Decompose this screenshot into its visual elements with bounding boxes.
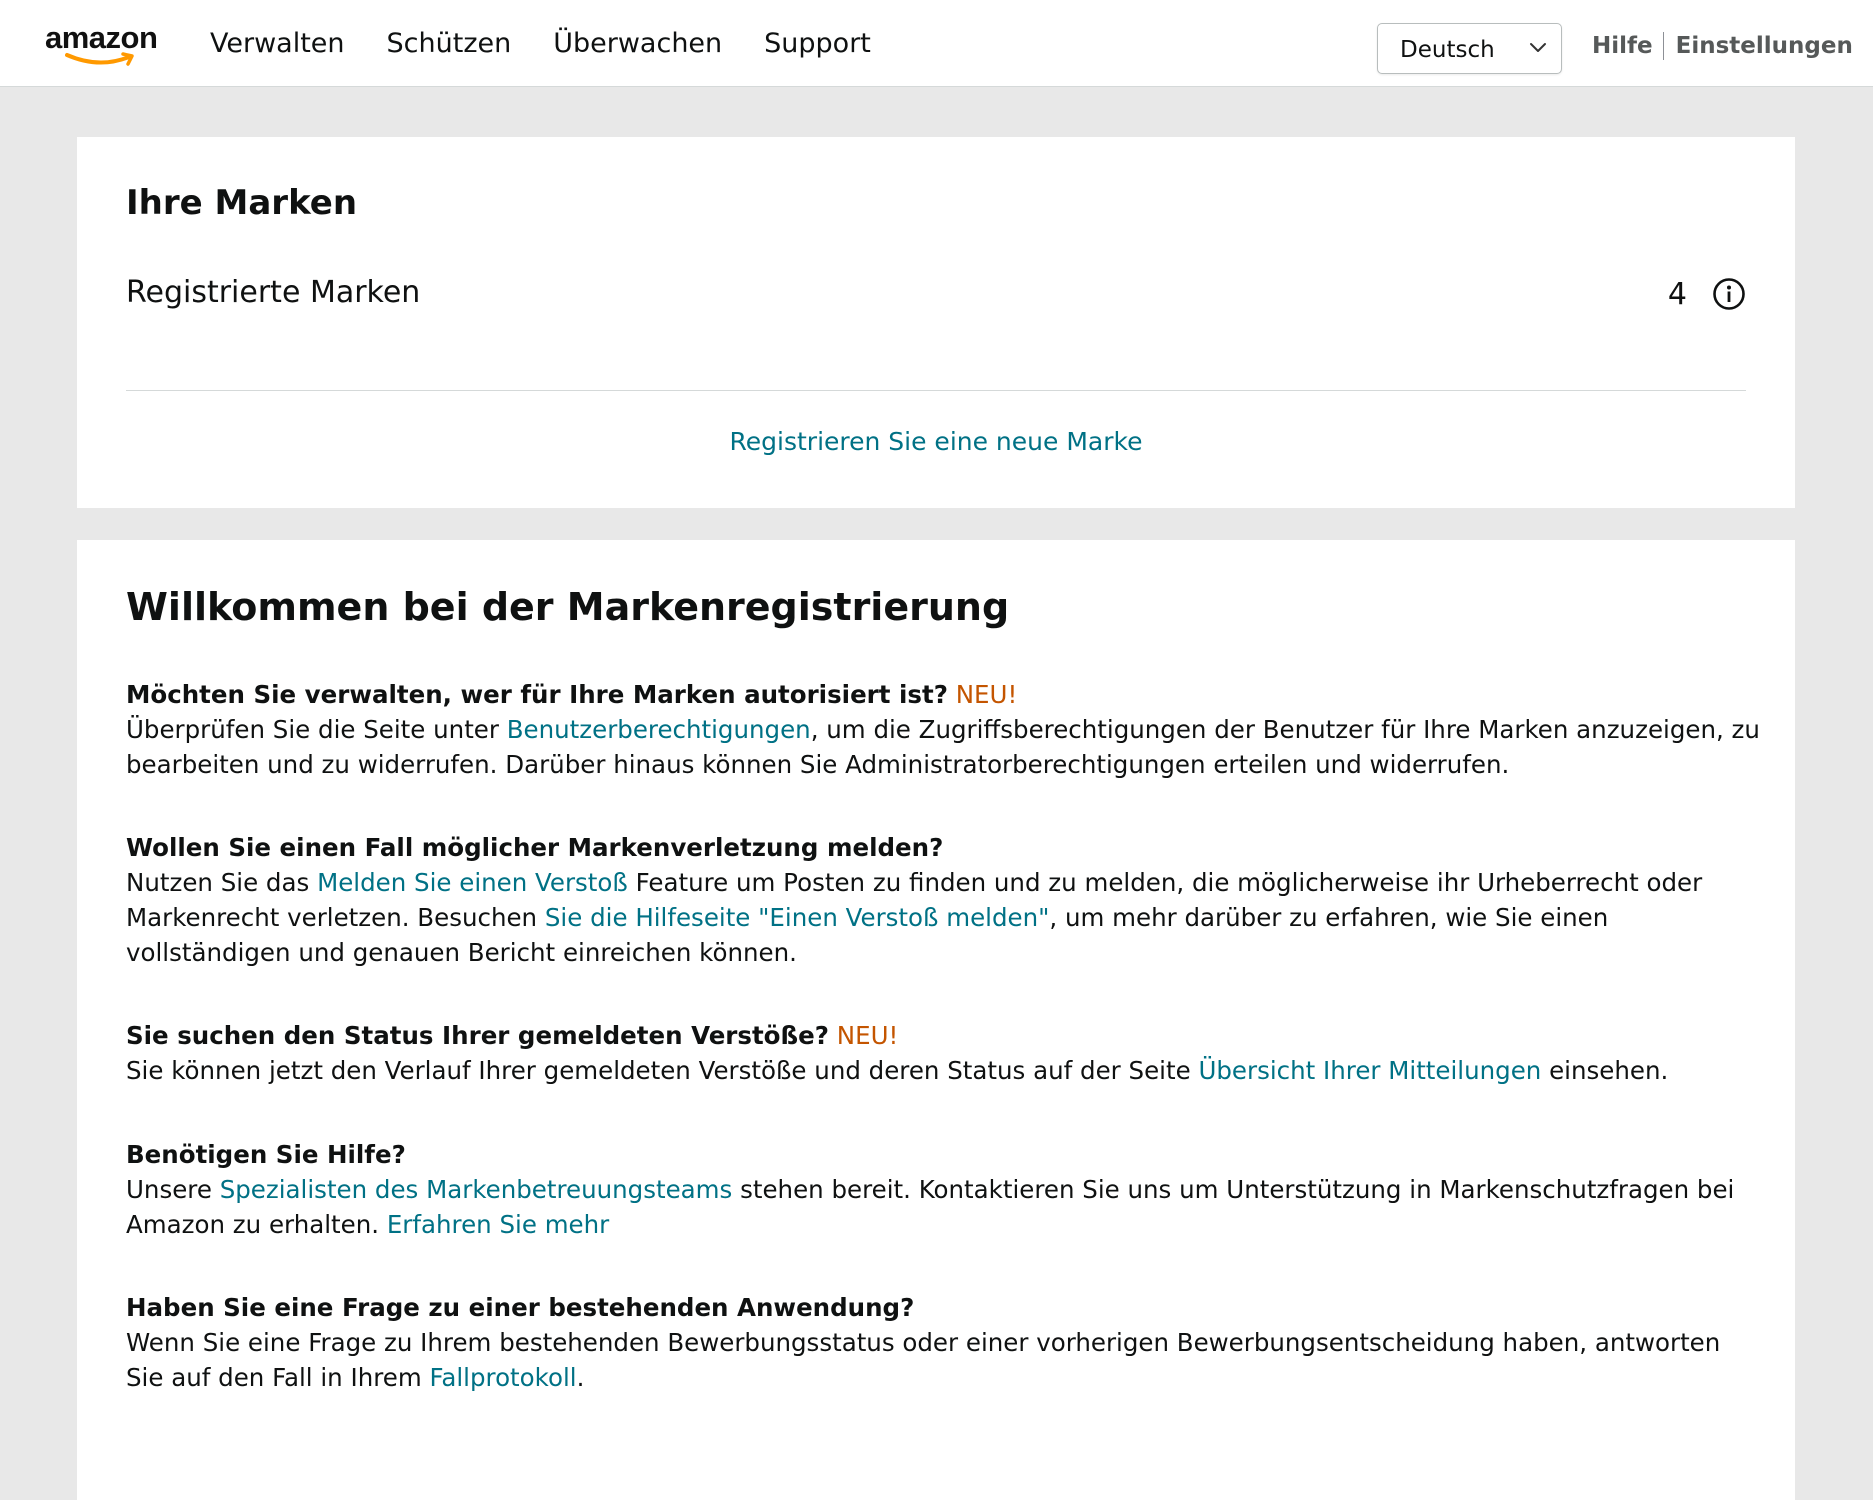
report-violation-help-link[interactable]: Sie die Hilfeseite "Einen Verstoß melden… xyxy=(545,903,1050,932)
settings-link[interactable]: Einstellungen xyxy=(1676,33,1853,59)
learn-more-link[interactable]: Erfahren Sie mehr xyxy=(387,1210,609,1239)
register-new-brand-link: Registrieren Sie eine neue Marke xyxy=(77,427,1795,456)
new-badge: NEU! xyxy=(955,680,1018,709)
section-question: Sie suchen den Status Ihrer gemeldeten V… xyxy=(126,1018,1761,1053)
your-brands-title: Ihre Marken xyxy=(126,183,358,223)
section-question-text: Möchten Sie verwalten, wer für Ihre Mark… xyxy=(126,680,948,709)
chevron-down-icon xyxy=(1530,43,1546,52)
section-question-text: Wollen Sie einen Fall möglicher Markenve… xyxy=(126,833,944,862)
body-text: einsehen. xyxy=(1541,1056,1669,1085)
body-text: Wenn Sie eine Frage zu Ihrem bestehenden… xyxy=(126,1328,1721,1392)
section-body: Unsere Spezialisten des Markenbetreuungs… xyxy=(126,1172,1761,1242)
report-violation-link[interactable]: Melden Sie einen Verstoß xyxy=(317,868,628,897)
register-new-brand-link-text[interactable]: Registrieren Sie eine neue Marke xyxy=(730,427,1143,456)
case-log-link[interactable]: Fallprotokoll xyxy=(430,1363,577,1392)
utility-links: Hilfe Einstellungen xyxy=(1592,32,1853,60)
submissions-overview-link[interactable]: Übersicht Ihrer Mitteilungen xyxy=(1198,1056,1541,1085)
card-divider xyxy=(126,390,1746,391)
body-text: Nutzen Sie das xyxy=(126,868,318,897)
info-icon[interactable] xyxy=(1712,277,1746,311)
section-body: Sie können jetzt den Verlauf Ihrer gemel… xyxy=(126,1053,1761,1088)
section-report-violation: Wollen Sie einen Fall möglicher Markenve… xyxy=(126,830,1761,970)
section-question: Wollen Sie einen Fall möglicher Markenve… xyxy=(126,830,1761,865)
logo-text: amazon xyxy=(45,20,158,55)
body-text: Überprüfen Sie die Seite unter xyxy=(126,715,507,744)
language-select-value: Deutsch xyxy=(1400,37,1495,63)
welcome-title: Willkommen bei der Markenregistrierung xyxy=(126,585,1010,629)
body-text: Sie können jetzt den Verlauf Ihrer gemel… xyxy=(126,1056,1199,1085)
registered-brands-count: 4 xyxy=(1667,277,1687,312)
section-user-permissions: Möchten Sie verwalten, wer für Ihre Mark… xyxy=(126,677,1761,782)
section-question-text: Benötigen Sie Hilfe? xyxy=(126,1140,406,1169)
user-permissions-link[interactable]: Benutzerberechtigungen xyxy=(507,715,811,744)
welcome-card: Willkommen bei der Markenregistrierung M… xyxy=(77,540,1795,1500)
utility-links-divider xyxy=(1662,32,1664,60)
nav-item-schuetzen[interactable]: Schützen xyxy=(387,28,512,59)
brand-support-team-link[interactable]: Spezialisten des Markenbetreuungsteams xyxy=(220,1175,733,1204)
section-violation-status: Sie suchen den Status Ihrer gemeldeten V… xyxy=(126,1018,1761,1088)
body-text: Unsere xyxy=(126,1175,220,1204)
nav-item-ueberwachen[interactable]: Überwachen xyxy=(553,28,722,59)
help-link[interactable]: Hilfe xyxy=(1592,33,1653,59)
section-body: Nutzen Sie das Melden Sie einen Verstoß … xyxy=(126,865,1761,970)
section-body: Überprüfen Sie die Seite unter Benutzerb… xyxy=(126,712,1761,782)
your-brands-card: Ihre Marken Registrierte Marken 4 Regist… xyxy=(77,137,1795,508)
registered-brands-label: Registrierte Marken xyxy=(126,275,421,310)
new-badge: NEU! xyxy=(836,1021,899,1050)
nav-item-support[interactable]: Support xyxy=(764,28,871,59)
section-body: Wenn Sie eine Frage zu Ihrem bestehenden… xyxy=(126,1325,1761,1395)
section-question: Möchten Sie verwalten, wer für Ihre Mark… xyxy=(126,677,1761,712)
body-text: . xyxy=(576,1363,585,1392)
section-existing-application: Haben Sie eine Frage zu einer bestehende… xyxy=(126,1290,1761,1395)
amazon-smile-icon xyxy=(65,52,134,66)
main-nav: Verwalten Schützen Überwachen Support xyxy=(210,28,913,59)
top-navigation-bar: amazon Verwalten Schützen Überwachen Sup… xyxy=(0,0,1873,87)
section-question-text: Haben Sie eine Frage zu einer bestehende… xyxy=(126,1293,915,1322)
section-need-help: Benötigen Sie Hilfe? Unsere Spezialisten… xyxy=(126,1137,1761,1242)
amazon-logo[interactable]: amazon xyxy=(45,22,170,72)
section-question: Benötigen Sie Hilfe? xyxy=(126,1137,1761,1172)
nav-item-verwalten[interactable]: Verwalten xyxy=(210,28,345,59)
section-question: Haben Sie eine Frage zu einer bestehende… xyxy=(126,1290,1761,1325)
section-question-text: Sie suchen den Status Ihrer gemeldeten V… xyxy=(126,1021,829,1050)
language-select[interactable]: Deutsch xyxy=(1377,23,1562,74)
